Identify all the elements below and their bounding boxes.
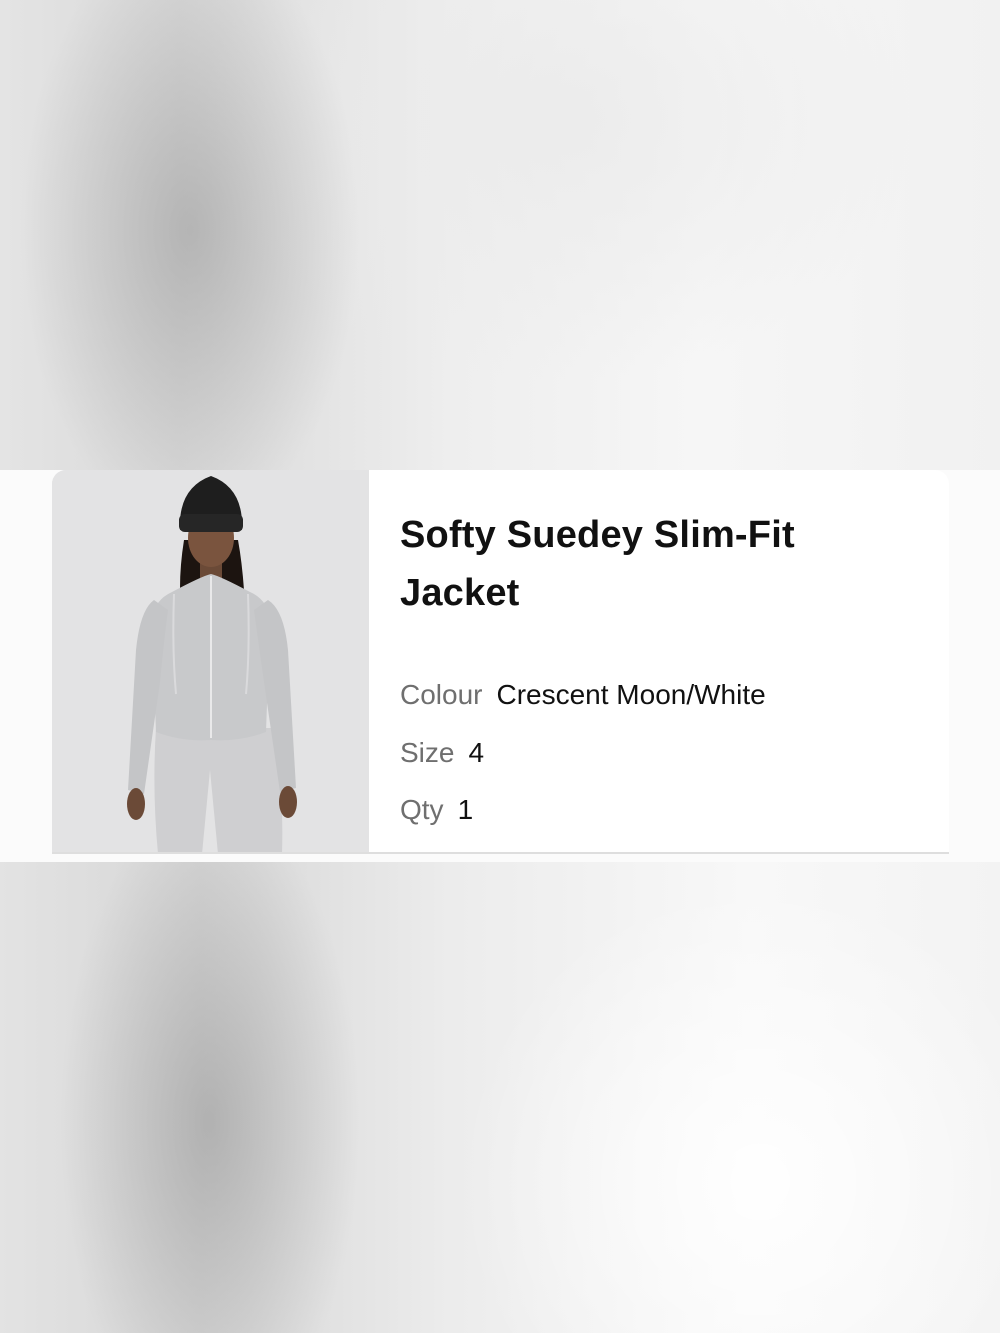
- cart-item-card[interactable]: Softy Suedey Slim-Fit Jacket Colour Cresc…: [52, 470, 949, 854]
- product-image[interactable]: [52, 470, 369, 854]
- blurred-background-bottom: [0, 862, 1000, 1333]
- qty-value: 1: [457, 794, 474, 825]
- colour-value: Crescent Moon/White: [496, 679, 766, 710]
- blurred-background-top: [0, 0, 1000, 470]
- model-photo-illustration: [52, 470, 369, 854]
- qty-row: Qty 1: [400, 793, 473, 827]
- size-value: 4: [468, 737, 485, 768]
- size-row: Size 4: [400, 736, 484, 770]
- qty-label: Qty: [400, 794, 444, 825]
- colour-row: Colour Crescent Moon/White: [400, 678, 766, 712]
- product-name[interactable]: Softy Suedey Slim-Fit Jacket: [400, 506, 820, 622]
- card-divider: [52, 852, 949, 854]
- colour-label: Colour: [400, 679, 483, 710]
- size-label: Size: [400, 737, 455, 768]
